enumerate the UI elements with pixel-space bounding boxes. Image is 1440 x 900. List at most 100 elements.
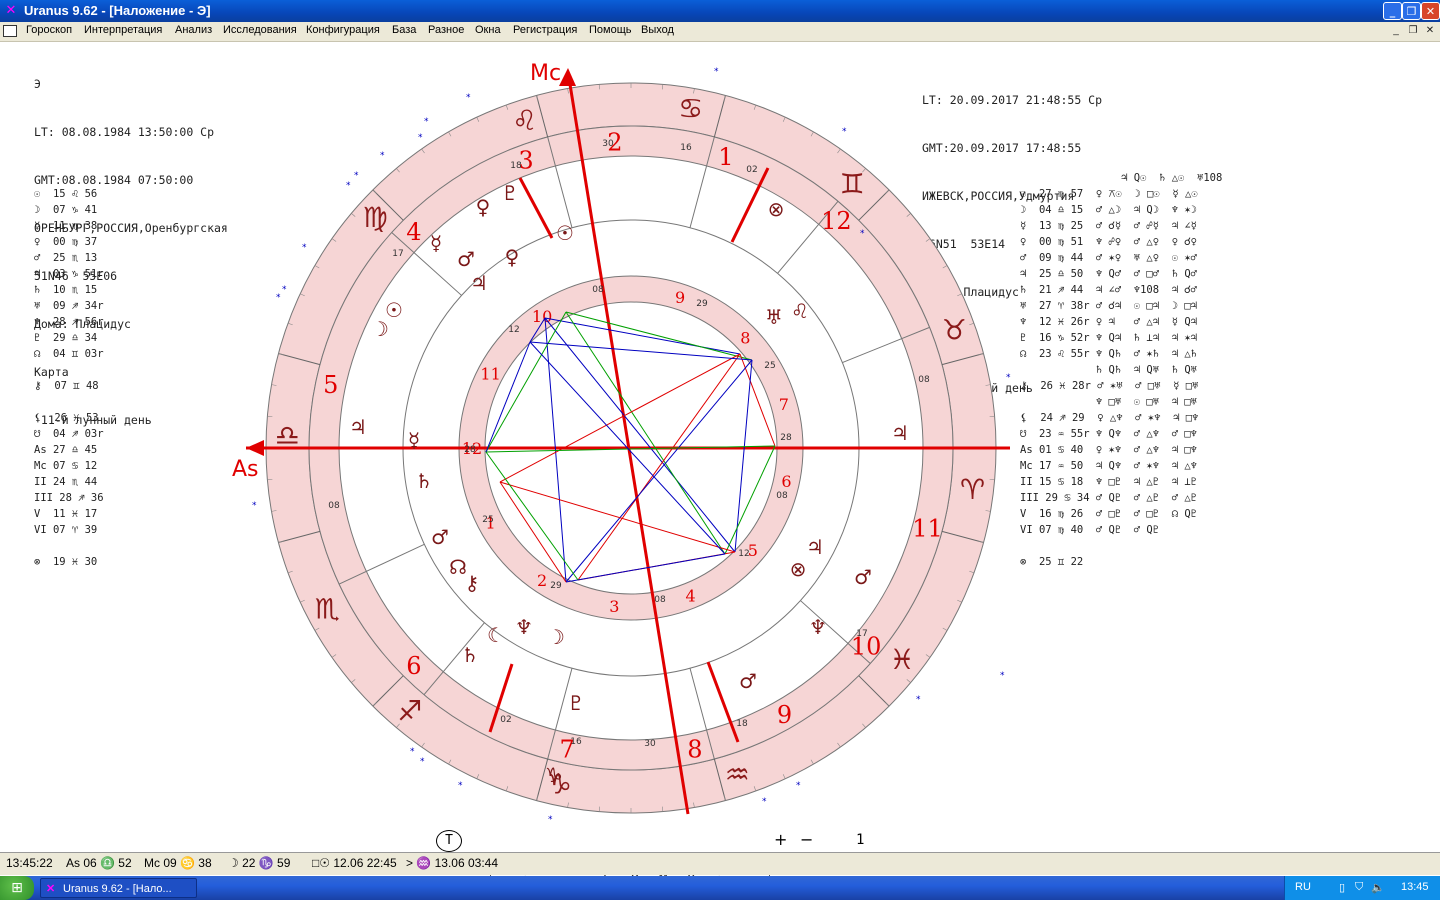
midheaven-arrow [559,68,576,86]
degree-label: 08 [592,285,604,295]
inner-house-number: 9 [675,288,685,307]
ascendant-arrow [246,440,264,456]
app-icon: ✕ [46,883,56,895]
outer-house-number: 12 [821,207,852,235]
planet-glyph: ☿ [430,231,442,255]
outer-house-number: 6 [406,652,421,680]
star-marker: * [276,293,281,303]
start-button[interactable]: ⊞ [0,876,34,900]
degree-label: 17 [856,629,867,639]
menu-item-horoscope[interactable]: Гороскоп [26,24,72,36]
menu-item-misc[interactable]: Разное [428,24,464,36]
clock: 13:45 [1401,881,1429,893]
menu-item-database[interactable]: База [392,24,416,36]
star-marker: * [860,229,865,239]
degree-label: 29 [696,299,708,309]
degree-label: 17 [392,249,403,259]
planet-glyph: ♆ [515,615,533,639]
inner-house-number: 4 [685,586,695,605]
planet-glyph: ♇ [567,691,585,715]
planet-glyph: ♂ [457,247,475,271]
planet-glyph: ♀ [476,195,491,219]
planet-glyph: ♆ [809,615,827,639]
taskbar-uranus-item[interactable]: ✕ Uranus 9.62 - [Нало... [40,878,197,898]
document-icon[interactable] [3,25,17,37]
menu-item-exit[interactable]: Выход [641,24,674,36]
planet-glyph: ♇ [501,181,519,205]
close-button[interactable]: ✕ [1421,2,1440,20]
volume-icon[interactable]: 🔈 [1371,881,1385,894]
planet-glyph: ☽ [371,317,389,341]
menu-item-analysis[interactable]: Анализ [175,24,212,36]
star-marker: * [458,781,463,791]
degree-label: 18 [736,719,748,729]
language-indicator[interactable]: RU [1295,881,1311,893]
star-marker: * [1006,373,1011,383]
nav-plus-button[interactable]: + [774,830,787,849]
maximize-button[interactable]: ❐ [1402,2,1421,20]
zodiac-sign-glyph: ♊ [840,167,865,200]
zodiac-sign-glyph: ♋ [678,92,703,125]
planet-glyph: ☉ [556,221,574,245]
outer-house-number: 9 [777,701,792,729]
menu-item-configuration[interactable]: Конфигурация [306,24,380,36]
degree-label: 08 [654,595,666,605]
mdi-minimize-button[interactable]: _ [1388,24,1404,38]
app-icon: ✕ [5,3,17,18]
minimize-button[interactable]: _ [1383,2,1402,20]
zodiac-sign-glyph: ♏ [315,592,340,625]
inner-house-number: 8 [740,329,750,348]
menu-item-research[interactable]: Исследования [223,24,297,36]
inner-house-number: 3 [609,597,619,616]
planet-glyph: ⊗ [790,557,807,581]
zodiac-sign-glyph: ♐ [397,695,422,728]
degree-label: 16 [680,143,692,153]
planet-glyph: ♃ [470,271,488,295]
planet-glyph: ♂ [854,565,872,589]
planet-glyph: ♄ [461,643,479,667]
degree-label: 30 [644,739,656,749]
zodiac-sign-glyph: ♍ [363,201,388,234]
horoscope-wheel[interactable]: ♈♉♊♋♌♍♎♏♐♑ ♒♓5432112111098769876543211211… [0,42,1440,852]
planet-glyph: ♀ [505,245,520,269]
inner-house-number: 7 [779,395,789,414]
degree-label: 29 [550,581,562,591]
star-marker: * [380,151,385,161]
star-marker: * [252,501,257,511]
shield-icon[interactable]: ⛉ [1355,881,1363,894]
taskbar: ⊞ ✕ Uranus 9.62 - [Нало... RU ▯ ⛉ 🔈 13:45 [0,876,1440,900]
planet-glyph: ♂ [431,525,449,549]
nav-step-value[interactable]: 1 [856,832,864,848]
mdi-close-button[interactable]: ✕ [1422,24,1438,38]
star-marker: * [354,171,359,181]
window-title: Uranus 9.62 - [Наложение - Э] [24,3,211,18]
planet-glyph: ♃ [891,421,909,445]
star-marker: * [842,127,847,137]
menu-item-registration[interactable]: Регистрация [513,24,577,36]
menu-item-interpretation[interactable]: Интерпретация [84,24,162,36]
degree-label: 12 [508,325,519,335]
mdi-restore-button[interactable]: ❐ [1405,24,1421,38]
zodiac-sign-glyph: ♒ [725,758,750,791]
degree-label: 18 [510,161,522,171]
status-time: 13:45:22 [6,856,53,870]
planet-glyph: ⚷ [465,571,480,595]
degree-label: 16 [570,737,582,747]
planet-glyph: ♃ [349,415,367,439]
ascendant-label: As [232,457,259,482]
planet-glyph: ♂ [739,669,757,693]
battery-icon[interactable]: ▯ [1339,881,1345,894]
degree-label: 08 [328,501,340,511]
menu-item-windows[interactable]: Окна [475,24,501,36]
outer-house-number: 8 [687,735,702,763]
degree-label: 02 [500,715,511,725]
nav-minus-button[interactable]: − [800,830,813,849]
menu-item-help[interactable]: Помощь [589,24,632,36]
degree-label: 08 [776,491,788,501]
planet-glyph: ♃ [806,535,824,559]
degree-label: 30 [602,139,614,149]
star-marker: * [346,181,351,191]
transit-toggle-button[interactable]: T [436,830,462,852]
zodiac-sign-glyph: ♓ [890,643,915,676]
star-marker: * [916,695,921,705]
